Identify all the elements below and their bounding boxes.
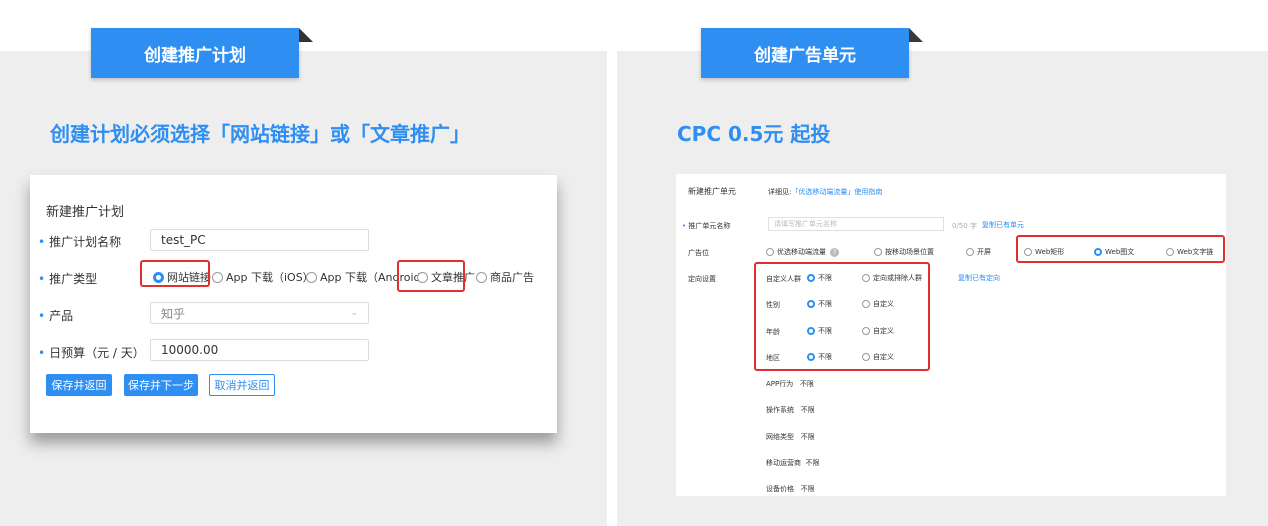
guide-text: 详细见: 「优选移动端流量」使用指南 bbox=[768, 187, 883, 197]
os-row: 操作系统 不限 bbox=[766, 406, 815, 414]
device-price-row: 设备价格 不限 bbox=[766, 485, 815, 493]
product-label: • 产品 bbox=[38, 309, 74, 323]
chevron-down-icon: ⌄ bbox=[350, 308, 358, 318]
form-title: 新建推广计划 bbox=[46, 205, 125, 220]
highlight-article-promo bbox=[397, 260, 465, 292]
new-campaign-form: 新建推广计划 • 推广计划名称 test_PC • 推广类型 网站链接 App 下载… bbox=[30, 175, 557, 433]
copy-targeting-link[interactable]: 复制已有定向 bbox=[958, 273, 1000, 283]
unit-name-counter: 0/50 字 bbox=[952, 222, 977, 230]
cancel-return-button[interactable]: 取消并返回 bbox=[209, 374, 275, 396]
campaign-name-label: • 推广计划名称 bbox=[38, 235, 122, 249]
highlight-web-slots bbox=[1016, 235, 1225, 263]
right-banner: 创建广告单元 bbox=[701, 28, 909, 78]
daily-budget-label: • 日预算（元 / 天） bbox=[38, 346, 145, 360]
save-return-button[interactable]: 保存并返回 bbox=[46, 374, 112, 396]
new-ad-unit-form: 新建推广单元 详细见: 「优选移动端流量」使用指南 • 推广单元名称 请填写推广单… bbox=[676, 174, 1226, 496]
app-behavior-row: APP行为 不限 bbox=[766, 380, 814, 388]
network-row: 网络类型 不限 bbox=[766, 433, 815, 441]
unit-name-input[interactable]: 请填写推广单元名称 bbox=[768, 217, 944, 231]
product-select[interactable]: 知乎 ⌄ bbox=[150, 302, 369, 324]
type-product-ad-radio[interactable]: 商品广告 bbox=[476, 269, 534, 285]
slot-splash-radio[interactable]: 开屏 bbox=[966, 247, 991, 257]
highlight-website-link bbox=[140, 260, 210, 287]
highlight-targeting bbox=[754, 262, 930, 371]
right-banner-fold bbox=[909, 28, 923, 42]
left-banner-fold bbox=[299, 28, 313, 42]
unit-name-label: • 推广单元名称 bbox=[682, 222, 731, 230]
save-next-button[interactable]: 保存并下一步 bbox=[124, 374, 198, 396]
left-banner: 创建推广计划 bbox=[91, 28, 299, 78]
type-app-ios-radio[interactable]: App 下载（iOS） bbox=[212, 269, 314, 285]
campaign-name-input[interactable]: test_PC bbox=[150, 229, 369, 251]
guide-link[interactable]: 「优选移动端流量」使用指南 bbox=[791, 187, 882, 197]
daily-budget-input[interactable]: 10000.00 bbox=[150, 339, 369, 361]
left-heading: 创建计划必须选择「网站链接」或「文章推广」 bbox=[50, 122, 470, 146]
slot-mobile-scene-radio[interactable]: 按移动场景位置 bbox=[874, 247, 934, 257]
carrier-row: 移动运营商 不限 bbox=[766, 459, 820, 467]
copy-unit-link[interactable]: 复制已有单元 bbox=[982, 220, 1024, 230]
targeting-label: 定向设置 bbox=[688, 275, 716, 283]
help-icon[interactable]: ? bbox=[830, 247, 839, 257]
right-heading: CPC 0.5元 起投 bbox=[677, 122, 831, 146]
ad-slot-label: 广告位 bbox=[688, 249, 709, 257]
slot-optimized-mobile-radio[interactable]: 优选移动端流量? bbox=[766, 247, 839, 257]
unit-form-title: 新建推广单元 bbox=[688, 187, 736, 196]
campaign-type-label: • 推广类型 bbox=[38, 272, 98, 286]
